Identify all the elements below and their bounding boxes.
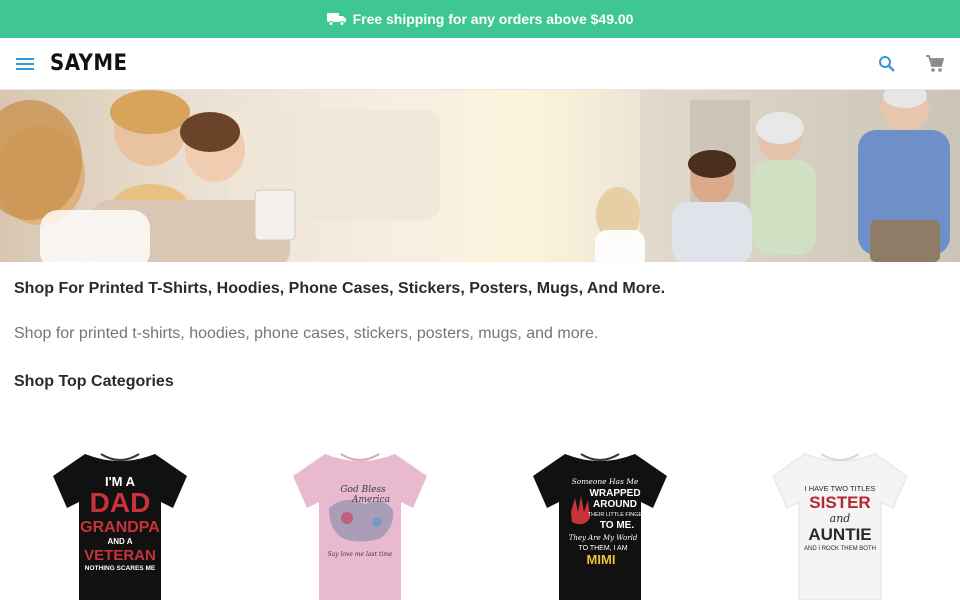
print-line: God Bless <box>340 485 386 495</box>
print-line: AND I ROCK THEM BOTH <box>804 546 876 552</box>
print-line: GRANDPA <box>80 519 160 536</box>
print-line: I HAVE TWO TITLES <box>805 484 876 493</box>
print-line: America <box>351 495 390 505</box>
print-line: TO THEM, I AM <box>578 545 627 552</box>
main-content: Shop For Printed T-Shirts, Hoodies, Phon… <box>0 280 960 391</box>
print-line: WRAPPED <box>589 488 640 499</box>
print-line: TO ME. <box>600 520 634 531</box>
print-line: They Are My World <box>569 534 638 542</box>
cart-icon[interactable] <box>924 53 946 75</box>
category-card[interactable]: I HAVE TWO TITLES SISTER and AUNTIE AND … <box>720 446 960 600</box>
brand-logo[interactable]: SAYME <box>50 51 128 76</box>
print-line: AND A <box>107 537 132 546</box>
print-line: and <box>830 512 851 525</box>
category-grid: I'M A DAD GRANDPA AND A VETERAN NOTHING … <box>0 446 960 600</box>
section-title: Shop Top Categories <box>14 373 174 390</box>
print-line: NOTHING SCARES ME <box>85 565 156 572</box>
category-card[interactable]: God Bless America Say love me last time <box>240 446 480 600</box>
page-subline: Shop for printed t-shirts, hoodies, phon… <box>14 325 599 342</box>
print-line: THEIR LITTLE FINGER <box>588 512 646 518</box>
tshirt-image: I HAVE TWO TITLES SISTER and AUNTIE AND … <box>772 453 908 600</box>
truck-icon <box>326 12 347 26</box>
print-line: DAD <box>90 487 151 518</box>
hero-banner[interactable] <box>0 90 960 262</box>
print-line: AUNTIE <box>808 525 871 544</box>
print-line: Someone Has Me <box>572 477 639 486</box>
promo-bar: Free shipping for any orders above $49.0… <box>0 0 960 38</box>
print-line: AROUND <box>593 499 637 510</box>
hero-image <box>0 90 960 262</box>
print-line: MIMI <box>587 552 616 567</box>
print-line: Say love me last time <box>328 551 393 558</box>
tshirt-image: Someone Has Me WRAPPED AROUND THEIR LITT… <box>533 453 667 600</box>
category-card[interactable]: Someone Has Me WRAPPED AROUND THEIR LITT… <box>480 446 720 600</box>
tshirt-image: God Bless America Say love me last time <box>293 453 427 600</box>
category-card[interactable]: I'M A DAD GRANDPA AND A VETERAN NOTHING … <box>0 446 240 600</box>
search-icon[interactable] <box>876 53 898 75</box>
site-header: SAYME <box>0 38 960 90</box>
page-headline: Shop For Printed T-Shirts, Hoodies, Phon… <box>14 280 666 297</box>
menu-icon[interactable] <box>14 53 36 75</box>
tshirt-image: I'M A DAD GRANDPA AND A VETERAN NOTHING … <box>53 453 187 600</box>
promo-text: Free shipping for any orders above $49.0… <box>352 11 634 27</box>
print-line: VETERAN <box>84 547 156 564</box>
print-line: SISTER <box>809 493 870 512</box>
